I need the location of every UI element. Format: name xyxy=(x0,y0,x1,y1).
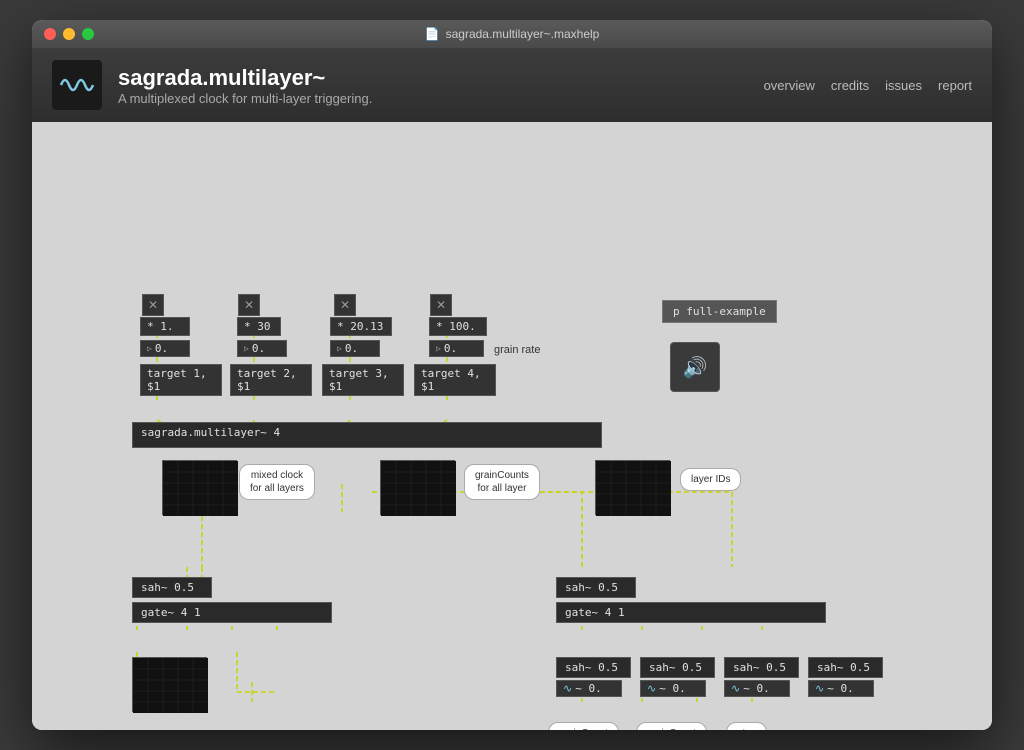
app-name: sagrada.multilayer~ xyxy=(118,65,372,91)
grain-counts-label: grainCounts for all layer xyxy=(464,464,540,500)
nav-credits[interactable]: credits xyxy=(831,78,869,93)
mixed-clock-label: mixed clock for all layers xyxy=(239,464,315,500)
app-window: 📄 sagrada.multilayer~.maxhelp sagrada.mu… xyxy=(32,20,992,730)
nav-report[interactable]: report xyxy=(938,78,972,93)
sig-val-2[interactable]: ∿ ~ 0. xyxy=(640,680,706,697)
grain-rate-label: grain rate xyxy=(494,344,540,356)
titlebar: 📄 sagrada.multilayer~.maxhelp xyxy=(32,20,992,48)
logo xyxy=(52,60,102,110)
maximize-button[interactable] xyxy=(82,28,94,40)
header-text: sagrada.multilayer~ A multiplexed clock … xyxy=(118,65,372,106)
etc-label: etc.. xyxy=(726,722,767,730)
target-msg-1[interactable]: target 1, $1 xyxy=(140,364,222,396)
target-msg-4[interactable]: target 4, $1 xyxy=(414,364,496,396)
nav-issues[interactable]: issues xyxy=(885,78,922,93)
matrix-mixed-clock xyxy=(162,460,237,515)
toggle-4[interactable]: ✕ xyxy=(430,294,452,316)
sah-r1[interactable]: sah~ 0.5 xyxy=(556,657,631,678)
mult-1[interactable]: * 1. xyxy=(140,317,190,336)
toggle-2[interactable]: ✕ xyxy=(238,294,260,316)
window-controls[interactable] xyxy=(44,28,94,40)
sah-r2[interactable]: sah~ 0.5 xyxy=(640,657,715,678)
number-1[interactable]: ▷0. xyxy=(140,340,190,357)
sig-val-4[interactable]: ∿ ~ 0. xyxy=(808,680,874,697)
gate-left[interactable]: gate~ 4 1 xyxy=(132,602,332,623)
target-msg-2[interactable]: target 2, $1 xyxy=(230,364,312,396)
gate-right[interactable]: gate~ 4 1 xyxy=(556,602,826,623)
toggle-1[interactable]: ✕ xyxy=(142,294,164,316)
sah-r4[interactable]: sah~ 0.5 xyxy=(808,657,883,678)
header-left: sagrada.multilayer~ A multiplexed clock … xyxy=(52,60,372,110)
layer-ids-label: layer IDs xyxy=(680,468,741,491)
p-full-example-btn[interactable]: p full-example xyxy=(662,300,777,323)
matrix-grain-counts xyxy=(380,460,455,515)
sah-r3[interactable]: sah~ 0.5 xyxy=(724,657,799,678)
speaker-button[interactable]: 🔊 xyxy=(670,342,720,392)
sah-center-right[interactable]: sah~ 0.5 xyxy=(556,577,636,598)
close-button[interactable] xyxy=(44,28,56,40)
app-header: sagrada.multilayer~ A multiplexed clock … xyxy=(32,48,992,122)
grain-count-layer1-label: grainCount for layer 1 xyxy=(548,722,619,730)
sah-left[interactable]: sah~ 0.5 xyxy=(132,577,212,598)
app-subtitle: A multiplexed clock for multi-layer trig… xyxy=(118,91,372,106)
number-4[interactable]: ▷0. xyxy=(429,340,484,357)
grain-count-layer2-label: grainCount for layer 2 xyxy=(636,722,707,730)
matrix-layer-ids xyxy=(595,460,670,515)
mult-4[interactable]: * 100. xyxy=(429,317,487,336)
matrix-clock-layers xyxy=(132,657,207,712)
sig-val-3[interactable]: ∿ ~ 0. xyxy=(724,680,790,697)
header-nav: overview credits issues report xyxy=(764,78,972,93)
number-3[interactable]: ▷0. xyxy=(330,340,380,357)
patch-area: .cable { stroke: #c8d400; stroke-width: … xyxy=(32,122,992,730)
nav-overview[interactable]: overview xyxy=(764,78,815,93)
minimize-button[interactable] xyxy=(63,28,75,40)
number-2[interactable]: ▷0. xyxy=(237,340,287,357)
mult-3[interactable]: * 20.13 xyxy=(330,317,392,336)
file-icon: 📄 xyxy=(425,27,440,41)
window-title: 📄 sagrada.multilayer~.maxhelp xyxy=(425,27,600,41)
sagrada-multilayer-obj[interactable]: sagrada.multilayer~ 4 xyxy=(132,422,602,448)
mult-2[interactable]: * 30 xyxy=(237,317,281,336)
toggle-3[interactable]: ✕ xyxy=(334,294,356,316)
target-msg-3[interactable]: target 3, $1 xyxy=(322,364,404,396)
sig-val-1[interactable]: ∿ ~ 0. xyxy=(556,680,622,697)
